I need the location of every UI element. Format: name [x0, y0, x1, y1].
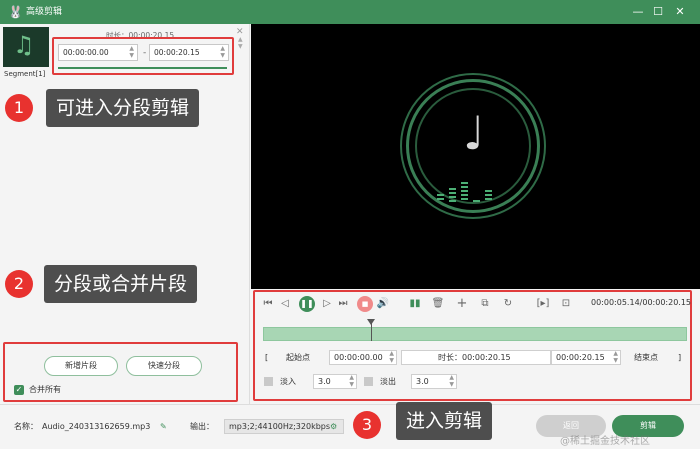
minimize-button[interactable]: — [628, 3, 648, 21]
new-segment-button[interactable]: 新增片段 [44, 356, 118, 376]
spinner-icon[interactable]: ▲ ▼ [349, 374, 354, 388]
music-note-icon: ♫ [13, 31, 35, 59]
fade-out-label: 淡出 [380, 377, 396, 386]
start-bracket: [ [265, 353, 269, 362]
output-label: 输出： [190, 422, 214, 431]
start-point-input[interactable]: 00:00:00.00 ▲ ▼ [329, 350, 397, 365]
maximize-button[interactable]: ☐ [648, 3, 668, 21]
rename-pencil-icon[interactable]: ✎ [160, 419, 167, 434]
watermark: @稀土掘金技术社区 [560, 436, 650, 447]
skip-start-icon[interactable]: ⏮ [261, 297, 275, 311]
callout-number-2: 2 [5, 270, 33, 298]
quick-split-button[interactable]: 快速分段 [126, 356, 202, 376]
merge-all-label: 合并所有 [29, 385, 61, 394]
start-point-label[interactable]: 起始点 [286, 350, 310, 365]
end-point-value: 00:00:20.15 [556, 353, 605, 362]
segment-reorder-icon[interactable]: ▲ ▼ [238, 36, 243, 50]
spinner-icon[interactable]: ▲ ▼ [129, 45, 134, 59]
fade-in-input[interactable]: 3.0 ▲ ▼ [313, 374, 357, 389]
timeline-track[interactable] [263, 327, 687, 341]
step-forward-icon[interactable]: ▷ [320, 297, 334, 311]
copy-icon[interactable]: ⧉ [478, 297, 492, 311]
player-controls: ⏮ ◁ ❚❚ ▷ ⏭ ■ 🔊 ▮▮ 🗑 + ⧉ ↻ [▸] ⊡ 00:00:05… [251, 289, 700, 404]
bottom-bar: 名称： Audio_240313162659.mp3 ✎ 输出： mp3;2;4… [0, 402, 700, 449]
fade-out-checkbox[interactable] [364, 377, 373, 386]
volume-icon[interactable]: 🔊 [376, 297, 390, 311]
file-name: Audio_240313162659.mp3 [42, 422, 151, 431]
segment-label: Segment[1] [4, 70, 46, 78]
settings-gear-icon[interactable]: ⚙ [330, 419, 337, 434]
duration-value: 时长：00:00:20.15 [438, 353, 511, 362]
callout-text-2: 分段或合并片段 [44, 265, 198, 303]
skip-end-icon[interactable]: ⏭ [336, 297, 350, 311]
music-note-icon: ♩ [463, 106, 485, 160]
playhead[interactable] [371, 319, 373, 341]
fade-in-checkbox[interactable] [264, 377, 273, 386]
app-logo-icon: 🐰 [8, 5, 23, 19]
spinner-icon[interactable]: ▲ ▼ [389, 350, 394, 364]
duration-field: 时长：00:00:20.15 [401, 350, 551, 365]
segment-progress-bar [58, 67, 227, 69]
end-bracket: ] [678, 353, 682, 362]
segment-end-input[interactable]: 00:00:20.15 ▲ ▼ [149, 44, 229, 61]
stop-button[interactable]: ■ [357, 296, 373, 312]
segment-thumbnail[interactable]: ♫ [3, 27, 49, 67]
playback-timecode: 00:00:05.14/00:00:20.15 [591, 298, 691, 307]
output-format-field[interactable]: mp3;2;44100Hz;320kbps [224, 419, 344, 434]
close-button[interactable]: ✕ [670, 3, 690, 21]
fade-in-value: 3.0 [318, 377, 331, 386]
callout-text-1: 可进入分段剪辑 [46, 89, 200, 127]
app-window: 🐰 高级剪辑 — ☐ ✕ ♫ Segment[1] 时长：00:00:20.15… [0, 0, 700, 449]
equalizer-icon [437, 182, 492, 202]
time-separator: - [143, 48, 147, 58]
preview-area: ♩ [251, 24, 700, 289]
end-point-label[interactable]: 结束点 [634, 350, 658, 365]
title-bar: 🐰 高级剪辑 — ☐ ✕ [0, 0, 700, 24]
output-format-value: mp3;2;44100Hz;320kbps [229, 422, 331, 431]
name-label: 名称： [14, 422, 38, 431]
callout-text-3: 进入剪辑 [396, 402, 493, 440]
fade-out-value: 3.0 [416, 377, 429, 386]
fade-in-label: 淡入 [280, 377, 296, 386]
callout-number-1: 1 [5, 94, 33, 122]
spinner-icon[interactable]: ▲ ▼ [449, 374, 454, 388]
segment-panel: ♫ Segment[1] 时长：00:00:20.15 ✕ ▲ ▼ 00:00:0… [0, 24, 250, 404]
segment-start-value: 00:00:00.00 [63, 48, 109, 57]
delete-icon[interactable]: 🗑 [431, 297, 445, 311]
fade-out-input[interactable]: 3.0 ▲ ▼ [411, 374, 457, 389]
add-icon[interactable]: + [455, 297, 469, 311]
mark-out-icon[interactable]: ⊡ [559, 297, 573, 311]
start-point-value: 00:00:00.00 [334, 353, 383, 362]
spinner-icon[interactable]: ▲ ▼ [613, 350, 618, 364]
segment-start-input[interactable]: 00:00:00.00 ▲ ▼ [58, 44, 138, 61]
pause-button[interactable]: ❚❚ [299, 296, 315, 312]
split-icon[interactable]: ▮▮ [408, 297, 422, 311]
window-title: 高级剪辑 [26, 7, 63, 17]
spinner-icon[interactable]: ▲ ▼ [220, 45, 225, 59]
reset-icon[interactable]: ↻ [501, 297, 515, 311]
step-back-icon[interactable]: ◁ [278, 297, 292, 311]
end-point-input[interactable]: 00:00:20.15 ▲ ▼ [551, 350, 621, 365]
callout-number-3: 3 [353, 411, 381, 439]
segment-end-value: 00:00:20.15 [154, 48, 200, 57]
merge-all-checkbox[interactable]: ✓ [14, 385, 24, 395]
mark-in-icon[interactable]: [▸] [536, 297, 550, 311]
